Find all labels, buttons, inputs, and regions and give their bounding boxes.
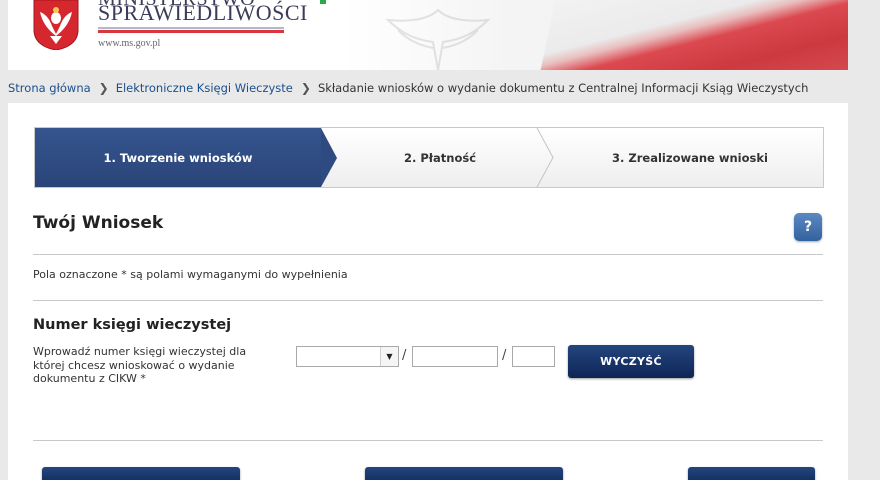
clear-button[interactable]: WYCZYŚĆ xyxy=(568,345,694,378)
page-title: Twój Wniosek xyxy=(33,213,164,233)
main-panel: 1. Tworzenie wniosków 2. Płatność 3. Zre… xyxy=(8,103,848,480)
ministry-title[interactable]: SPRAWIEDLIWOŚCI xyxy=(98,0,308,26)
help-button[interactable]: ? xyxy=(794,213,822,241)
divider xyxy=(33,440,823,441)
ministry-url: www.ms.gov.pl xyxy=(98,38,161,49)
step-payment: 2. Płatność xyxy=(403,150,477,165)
site-header: MINISTERSTWO SPRAWIEDLIWOŚCI www.ms.gov.… xyxy=(8,0,848,70)
breadcrumb: Strona główna ❯ Elektroniczne Księgi Wie… xyxy=(8,80,808,96)
step-completed-requests: 3. Zrealizowane wnioski xyxy=(612,150,768,165)
breadcrumb-home-link[interactable]: Strona główna xyxy=(8,81,91,95)
book-number-label: Wprowadź numer księgi wieczystej dla któ… xyxy=(33,345,247,385)
step-create-requests: 1. Tworzenie wniosków xyxy=(35,128,321,187)
header-mark xyxy=(320,0,326,4)
polish-eagle-emblem-icon[interactable] xyxy=(28,0,84,50)
flag-banner xyxy=(536,0,848,70)
slash-separator: / xyxy=(402,348,407,363)
step-separator-icon xyxy=(536,128,554,187)
slash-separator: / xyxy=(502,348,507,363)
breadcrumb-ekw-link[interactable]: Elektroniczne Księgi Wieczyste xyxy=(116,81,293,95)
eagle-watermark-icon xyxy=(385,8,491,70)
bottom-action-button-3[interactable] xyxy=(688,467,815,480)
chevron-right-icon: ❯ xyxy=(300,81,311,95)
check-digit-input[interactable] xyxy=(512,346,555,367)
divider xyxy=(33,300,823,301)
divider xyxy=(33,254,823,255)
breadcrumb-current: Składanie wniosków o wydanie dokumentu z… xyxy=(317,81,809,95)
logo-underline xyxy=(98,27,284,33)
bottom-action-button-1[interactable] xyxy=(42,467,240,480)
chevron-right-icon: ❯ xyxy=(98,81,109,95)
steps-bar: 1. Tworzenie wniosków 2. Płatność 3. Zre… xyxy=(34,127,824,188)
court-code-select[interactable]: ▼ xyxy=(296,346,399,367)
section-subtitle: Numer księgi wieczystej xyxy=(33,317,232,333)
bottom-action-button-2[interactable] xyxy=(365,467,563,480)
register-number-input[interactable] xyxy=(412,346,498,367)
required-fields-note: Pola oznaczone * są polami wymaganymi do… xyxy=(33,268,348,281)
triangle-down-icon[interactable]: ▼ xyxy=(380,347,398,366)
